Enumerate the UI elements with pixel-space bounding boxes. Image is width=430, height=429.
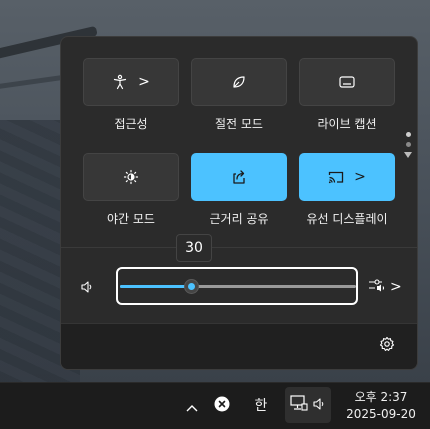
tile-label-live-captions: 라이브 캡션 <box>317 117 377 131</box>
chevron-up-icon <box>186 397 198 416</box>
volume-slider[interactable] <box>116 267 358 305</box>
volume-value-tooltip: 30 <box>176 234 212 262</box>
network-volume-tray-button[interactable] <box>285 387 331 423</box>
cast-tile[interactable]: > <box>299 153 395 201</box>
energy-saver-tile[interactable] <box>191 58 287 106</box>
night-light-icon <box>123 169 139 185</box>
panel-footer <box>61 323 417 369</box>
input-method-indicator[interactable]: 한 <box>248 393 274 417</box>
volume-slider-fill <box>120 285 191 288</box>
volume-mixer-button[interactable]: > <box>368 277 402 297</box>
close-circle-icon <box>214 396 230 416</box>
accessibility-icon <box>112 74 128 90</box>
tray-app-button[interactable] <box>212 396 232 416</box>
tile-label-night-light: 야간 모드 <box>107 212 155 226</box>
tile-label-cast: 유선 디스플레이 <box>306 212 388 226</box>
page-dot-2[interactable] <box>405 142 411 147</box>
energy-saver-leaf-icon <box>231 74 247 90</box>
clock-button[interactable]: 오후 2:37 2025-09-20 <box>338 387 424 425</box>
taskbar: 한 오후 2:37 2025-09-20 <box>0 382 430 429</box>
network-wired-icon <box>290 395 308 415</box>
tile-label-nearby-share: 근거리 공유 <box>209 212 269 226</box>
speaker-icon <box>312 396 326 415</box>
clock-time: 오후 2:37 <box>354 390 408 404</box>
volume-slider-track[interactable] <box>120 279 356 294</box>
live-captions-icon <box>339 75 355 89</box>
page-indicator[interactable] <box>403 132 413 158</box>
settings-gear-icon[interactable] <box>379 336 395 356</box>
nearby-share-icon <box>231 169 247 185</box>
volume-slider-thumb[interactable] <box>183 279 199 294</box>
live-captions-tile[interactable] <box>299 58 395 106</box>
tile-label-energy-saver: 절전 모드 <box>215 117 263 131</box>
tile-label-accessibility: 접근성 <box>114 117 148 131</box>
nearby-share-tile[interactable] <box>191 153 287 201</box>
quick-settings-panel: > 접근성 절전 모드 라이브 캡션 야간 모드 근거리 공유 > 유선 디스플… <box>60 36 418 370</box>
scroll-down-arrow-icon[interactable] <box>404 152 412 158</box>
chevron-right-icon[interactable]: > <box>138 75 150 89</box>
accessibility-tile[interactable]: > <box>83 58 179 106</box>
speaker-icon[interactable] <box>80 279 94 298</box>
cast-icon <box>328 170 344 184</box>
page-dot-1[interactable] <box>405 132 411 137</box>
chevron-right-icon[interactable]: > <box>354 170 366 184</box>
panel-divider <box>61 247 417 248</box>
clock-date: 2025-09-20 <box>346 407 416 421</box>
show-hidden-icons-button[interactable] <box>182 396 202 416</box>
audio-mixer-icon <box>368 277 386 297</box>
chevron-right-icon: > <box>390 279 402 295</box>
night-light-tile[interactable] <box>83 153 179 201</box>
